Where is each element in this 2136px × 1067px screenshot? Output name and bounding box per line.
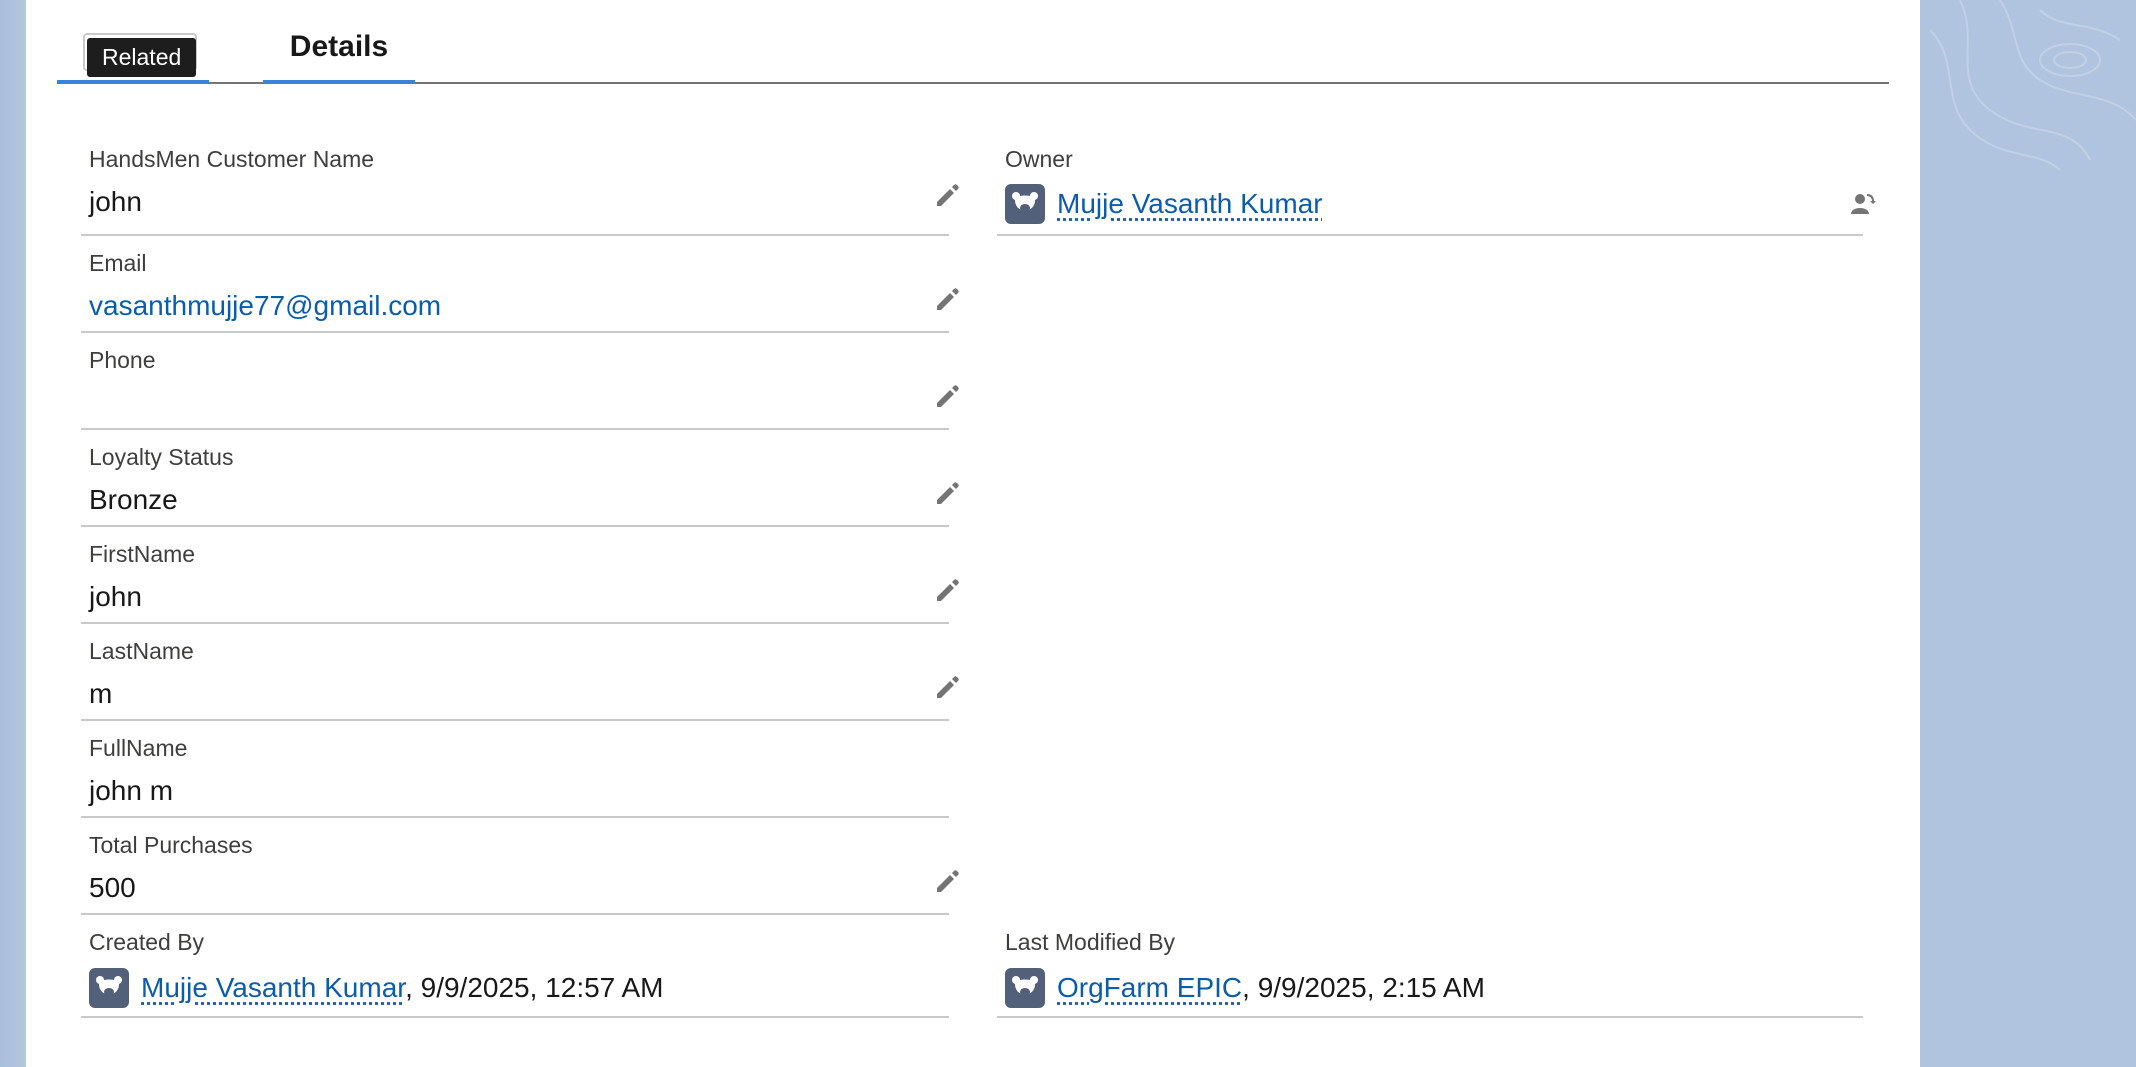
field-label: Owner bbox=[1005, 146, 1073, 172]
field-created-by: Created By Mujje Vasanth Kumar, 9/9/2025… bbox=[81, 923, 949, 1018]
tab-details[interactable]: Details bbox=[263, 2, 415, 84]
field-label: FirstName bbox=[89, 541, 196, 567]
created-by-row: Mujje Vasanth Kumar, 9/9/2025, 12:57 AM bbox=[89, 968, 663, 1008]
field-full-name: FullName john m bbox=[81, 729, 949, 818]
field-first-name: FirstName john bbox=[81, 535, 959, 624]
field-value: john m bbox=[89, 775, 174, 806]
field-phone: Phone bbox=[81, 341, 959, 430]
field-value: m bbox=[89, 678, 113, 709]
last-modified-by-row: OrgFarm EPIC, 9/9/2025, 2:15 AM bbox=[1005, 968, 1485, 1008]
change-owner-icon[interactable] bbox=[1849, 190, 1877, 218]
email-link[interactable]: vasanthmujje77@gmail.com bbox=[89, 290, 441, 322]
field-label: FullName bbox=[89, 735, 188, 761]
user-avatar-icon bbox=[1005, 968, 1045, 1008]
tab-related[interactable]: Related bbox=[57, 2, 209, 84]
record-tabs: Related Details bbox=[57, 0, 1889, 84]
pencil-icon[interactable] bbox=[933, 286, 961, 314]
field-value: john bbox=[89, 186, 142, 217]
field-label: Loyalty Status bbox=[89, 444, 234, 470]
user-avatar-icon bbox=[1005, 184, 1045, 224]
page-background-right bbox=[1920, 0, 2136, 1067]
pencil-icon[interactable] bbox=[933, 674, 961, 702]
field-value: 500 bbox=[89, 872, 136, 903]
field-owner: Owner Mujje Vasanth Kumar bbox=[997, 138, 1876, 236]
pencil-icon[interactable] bbox=[933, 480, 961, 508]
pencil-icon[interactable] bbox=[933, 577, 961, 605]
pencil-icon[interactable] bbox=[933, 868, 961, 896]
field-label: LastName bbox=[89, 638, 194, 664]
tab-details-label: Details bbox=[289, 30, 389, 63]
created-by-user-link[interactable]: Mujje Vasanth Kumar bbox=[141, 972, 405, 1003]
field-total-purchases: Total Purchases 500 bbox=[81, 826, 959, 915]
last-modified-by-timestamp: , 9/9/2025, 2:15 AM bbox=[1242, 972, 1485, 1003]
field-label: Last Modified By bbox=[1005, 929, 1176, 955]
user-avatar-icon bbox=[89, 968, 129, 1008]
record-detail-card: Related Details HandsMen Customer Name j… bbox=[26, 0, 1920, 1067]
field-customer-name: HandsMen Customer Name john bbox=[81, 138, 959, 236]
page-background-left bbox=[0, 0, 26, 1067]
pencil-icon[interactable] bbox=[933, 182, 961, 210]
last-modified-by-user-link[interactable]: OrgFarm EPIC bbox=[1057, 972, 1242, 1003]
pencil-icon[interactable] bbox=[933, 383, 961, 411]
field-label: Total Purchases bbox=[89, 832, 253, 858]
field-email: Email vasanthmujje77@gmail.com bbox=[81, 244, 959, 333]
owner-row: Mujje Vasanth Kumar bbox=[1005, 184, 1323, 224]
created-by-timestamp: , 9/9/2025, 12:57 AM bbox=[405, 972, 664, 1003]
field-last-name: LastName m bbox=[81, 632, 959, 721]
field-label: Phone bbox=[89, 347, 156, 373]
field-value: john bbox=[89, 581, 142, 612]
field-last-modified-by: Last Modified By OrgFarm EPIC, 9/9/2025,… bbox=[997, 923, 1863, 1018]
field-label: Created By bbox=[89, 929, 205, 955]
related-tooltip: Related bbox=[87, 38, 197, 77]
field-label: HandsMen Customer Name bbox=[89, 146, 375, 172]
field-label: Email bbox=[89, 250, 147, 276]
field-value: Bronze bbox=[89, 484, 178, 515]
field-loyalty-status: Loyalty Status Bronze bbox=[81, 438, 959, 527]
owner-link[interactable]: Mujje Vasanth Kumar bbox=[1057, 188, 1323, 220]
